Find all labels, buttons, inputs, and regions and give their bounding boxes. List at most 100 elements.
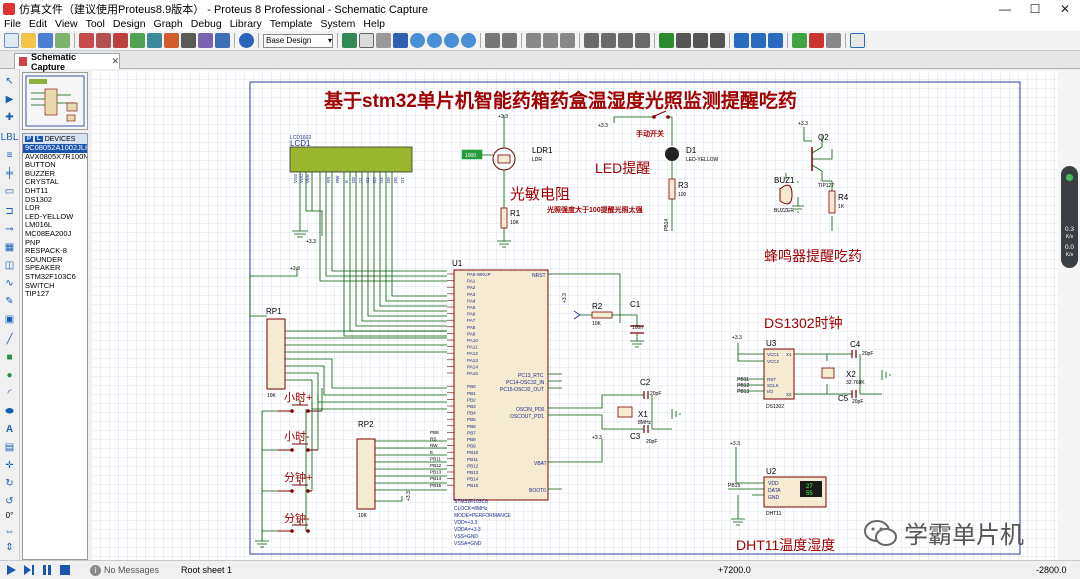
toggle-grid-icon[interactable]: [359, 33, 374, 48]
voltage-probe-icon[interactable]: ✎: [3, 295, 16, 308]
messages-indicator[interactable]: i No Messages: [90, 564, 159, 576]
block-copy-icon[interactable]: [584, 33, 599, 48]
pick-device-icon[interactable]: [659, 33, 674, 48]
cut-icon[interactable]: [526, 33, 541, 48]
2d-text-icon[interactable]: A: [3, 423, 16, 436]
right-scroll-strip[interactable]: [1058, 71, 1080, 560]
device-list-item[interactable]: DS1302: [23, 196, 87, 205]
2d-circle-icon[interactable]: ●: [3, 369, 16, 382]
device-list-item[interactable]: TIP127: [23, 290, 87, 299]
import-icon[interactable]: [55, 33, 70, 48]
close-button[interactable]: ✕: [1050, 2, 1080, 16]
menu-design[interactable]: Design: [109, 18, 150, 30]
pause-button[interactable]: [40, 563, 54, 577]
new-file-icon[interactable]: [4, 33, 19, 48]
zoom-in-icon[interactable]: [410, 33, 425, 48]
block-rotate-icon[interactable]: [618, 33, 633, 48]
component-mode-icon[interactable]: ▶: [3, 93, 16, 106]
zoom-out-icon[interactable]: [427, 33, 442, 48]
menu-edit[interactable]: Edit: [25, 18, 51, 30]
device-list-item[interactable]: BUZZER: [23, 170, 87, 179]
exit-to-parent-icon[interactable]: [826, 33, 841, 48]
menu-template[interactable]: Template: [266, 18, 317, 30]
device-list-item[interactable]: SPEAKER: [23, 264, 87, 273]
wire-autorouter-icon[interactable]: [734, 33, 749, 48]
buses-icon[interactable]: ╪: [3, 167, 16, 180]
pick-devices-button[interactable]: P: [25, 136, 34, 142]
decompose-icon[interactable]: [710, 33, 725, 48]
block-move-icon[interactable]: [601, 33, 616, 48]
undo-icon[interactable]: [485, 33, 500, 48]
overview-window[interactable]: [22, 72, 88, 130]
source-code-icon[interactable]: [198, 33, 213, 48]
device-list-item[interactable]: MC08EA200J: [23, 230, 87, 239]
2d-symbol-icon[interactable]: ▤: [3, 441, 16, 454]
mirror-x-icon[interactable]: ⇔: [3, 525, 16, 538]
new-sheet-icon[interactable]: [792, 33, 807, 48]
device-list-item[interactable]: 9C08052A1002JLH: [23, 144, 87, 153]
stop-button[interactable]: [58, 563, 72, 577]
origin-icon[interactable]: [376, 33, 391, 48]
device-list-item[interactable]: AVX0805X7R100N: [23, 153, 87, 162]
step-button[interactable]: [22, 563, 36, 577]
paste-icon[interactable]: [560, 33, 575, 48]
device-list-item[interactable]: SWITCH: [23, 282, 87, 291]
bom-icon[interactable]: [181, 33, 196, 48]
2d-arc-icon[interactable]: ◜: [3, 387, 16, 400]
schematic-icon[interactable]: [96, 33, 111, 48]
device-pins-icon[interactable]: ⊸: [3, 223, 16, 236]
save-icon[interactable]: [38, 33, 53, 48]
2d-path-icon[interactable]: ⬬: [3, 405, 16, 418]
make-device-icon[interactable]: [676, 33, 691, 48]
menu-tool[interactable]: Tool: [82, 18, 109, 30]
open-folder-icon[interactable]: [21, 33, 36, 48]
help-icon[interactable]: [239, 33, 254, 48]
virtual-instrument-icon[interactable]: ▣: [3, 313, 16, 326]
device-list-item[interactable]: BUTTON: [23, 161, 87, 170]
electrical-rule-check-icon[interactable]: [850, 33, 865, 48]
copy-icon[interactable]: [543, 33, 558, 48]
3d-viewer-icon[interactable]: [130, 33, 145, 48]
rotation-angle[interactable]: 0°: [3, 509, 16, 522]
property-assign-icon[interactable]: [768, 33, 783, 48]
schematic-canvas[interactable]: 基于stm32单片机智能药箱药盒温湿度光照监测提醒吃药 LCD1602 LCD1…: [92, 71, 1058, 560]
menu-file[interactable]: File: [0, 18, 25, 30]
block-delete-icon[interactable]: [635, 33, 650, 48]
design-explorer-icon[interactable]: [164, 33, 179, 48]
generator-icon[interactable]: ∿: [3, 277, 16, 290]
menu-debug[interactable]: Debug: [187, 18, 226, 30]
pan-icon[interactable]: [393, 33, 408, 48]
2d-marker-icon[interactable]: ✛: [3, 459, 16, 472]
device-list-item[interactable]: PNP: [23, 239, 87, 248]
search-tag-icon[interactable]: [751, 33, 766, 48]
menu-graph[interactable]: Graph: [150, 18, 187, 30]
redo-icon[interactable]: [502, 33, 517, 48]
design-variant-select[interactable]: Base Design ▾: [263, 33, 333, 48]
device-list-item[interactable]: DHT11: [23, 187, 87, 196]
pcb-layout-icon[interactable]: [113, 33, 128, 48]
device-list-item[interactable]: CRYSTAL: [23, 178, 87, 187]
mirror-y-icon[interactable]: ⇕: [3, 541, 16, 554]
close-icon[interactable]: ✕: [111, 56, 119, 67]
selection-mode-icon[interactable]: ↖: [3, 75, 16, 88]
terminals-icon[interactable]: ⊐: [3, 205, 16, 218]
rotate-cw-icon[interactable]: ↻: [3, 477, 16, 490]
project-notes-icon[interactable]: [215, 33, 230, 48]
device-list-item[interactable]: RESPACK-8: [23, 247, 87, 256]
device-list-item[interactable]: LDR: [23, 204, 87, 213]
gerber-icon[interactable]: [147, 33, 162, 48]
zoom-area-icon[interactable]: [461, 33, 476, 48]
tape-recorder-icon[interactable]: ◫: [3, 259, 16, 272]
device-list-item[interactable]: LM016L: [23, 221, 87, 230]
rotate-ccw-icon[interactable]: ↺: [3, 495, 16, 508]
device-list-item[interactable]: STM32F103C6: [23, 273, 87, 282]
play-button[interactable]: [4, 563, 18, 577]
menu-help[interactable]: Help: [359, 18, 389, 30]
device-list-item[interactable]: LED-YELLOW: [23, 213, 87, 222]
zoom-fit-icon[interactable]: [444, 33, 459, 48]
2d-line-icon[interactable]: ╱: [3, 333, 16, 346]
remove-sheet-icon[interactable]: [809, 33, 824, 48]
refresh-icon[interactable]: [342, 33, 357, 48]
graph-mode-icon[interactable]: ▦: [3, 241, 16, 254]
text-script-icon[interactable]: ≡: [3, 149, 16, 162]
